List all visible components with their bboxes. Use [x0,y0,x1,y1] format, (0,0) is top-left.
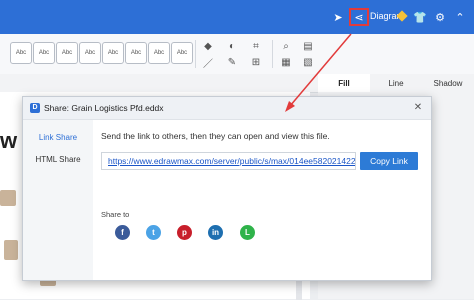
style-label: Abc [153,50,165,56]
tab-shadow[interactable]: Shadow [422,74,474,92]
style-label: Abc [38,50,50,56]
toolbar: Abc Abc Abc Abc Abc Abc Abc Abc ◆ ／ ◐ ✎ … [0,34,474,75]
edraw-logo-icon: D [30,103,40,113]
connector-icon[interactable]: ⊞ [250,56,262,68]
sidebar-item-link-share[interactable]: Link Share [23,126,93,148]
shirt-icon[interactable]: 👕 [412,9,428,25]
style-button-2[interactable]: Abc [33,42,55,64]
fill-icon[interactable]: ◆ [202,40,214,52]
search-icon[interactable]: ⌕ [280,40,292,52]
horizontal-ruler [0,74,330,93]
tab-fill[interactable]: Fill [318,74,370,92]
grid-icon[interactable]: ▦ [280,56,292,68]
facebook-icon[interactable]: f [115,225,130,240]
pinterest-icon[interactable]: p [177,225,192,240]
style-button-1[interactable]: Abc [10,42,32,64]
send-icon[interactable]: ➤ [330,9,346,25]
share-link-field[interactable]: https://www.edrawmax.com/server/public/s… [101,152,356,170]
title-bar: ➤ ⋖ Diagram 👕 ⚙ ⌃ [0,0,474,34]
style-button-4[interactable]: Abc [79,42,101,64]
shadow-icon[interactable]: ◐ [226,40,238,52]
share-to-label: Share to [101,210,130,219]
style-label: Abc [176,50,188,56]
style-button-7[interactable]: Abc [148,42,170,64]
style-button-5[interactable]: Abc [102,42,124,64]
pen-icon[interactable]: ✎ [226,56,238,68]
dialog-header: D Share: Grain Logistics Pfd.eddx ✕ [23,97,431,120]
crop-icon[interactable]: ⌗ [250,40,262,52]
copy-link-button[interactable]: Copy Link [360,152,418,170]
gear-icon[interactable]: ⚙ [432,9,448,25]
layout-icon[interactable]: ▤ [302,40,314,52]
style-label: Abc [84,50,96,56]
share-instruction: Send the link to others, then they can o… [101,131,330,141]
line-style-icon[interactable]: ／ [202,56,214,70]
twitter-icon[interactable]: t [146,225,161,240]
style-label: Abc [107,50,119,56]
toolbar-divider [195,40,196,68]
close-icon[interactable]: ✕ [412,102,424,114]
tab-line[interactable]: Line [370,74,422,92]
diagram-shape [0,190,16,206]
style-button-8[interactable]: Abc [171,42,193,64]
format-icon[interactable]: ▧ [302,56,314,68]
chevron-up-icon[interactable]: ⌃ [452,9,468,25]
line-icon[interactable]: L [240,225,255,240]
toolbar-divider [272,40,273,68]
style-button-6[interactable]: Abc [125,42,147,64]
dialog-title: Share: Grain Logistics Pfd.eddx [44,103,164,113]
style-label: Abc [15,50,27,56]
style-label: Abc [61,50,73,56]
style-label: Abc [130,50,142,56]
share-dialog: D Share: Grain Logistics Pfd.eddx ✕ Link… [22,96,432,281]
sidebar-item-html-share[interactable]: HTML Share [23,148,93,170]
linkedin-icon[interactable]: in [208,225,223,240]
share-button-highlight [349,8,369,26]
diagram-shape [4,240,18,260]
style-button-3[interactable]: Abc [56,42,78,64]
dialog-sidebar: Link Share HTML Share [23,120,93,280]
